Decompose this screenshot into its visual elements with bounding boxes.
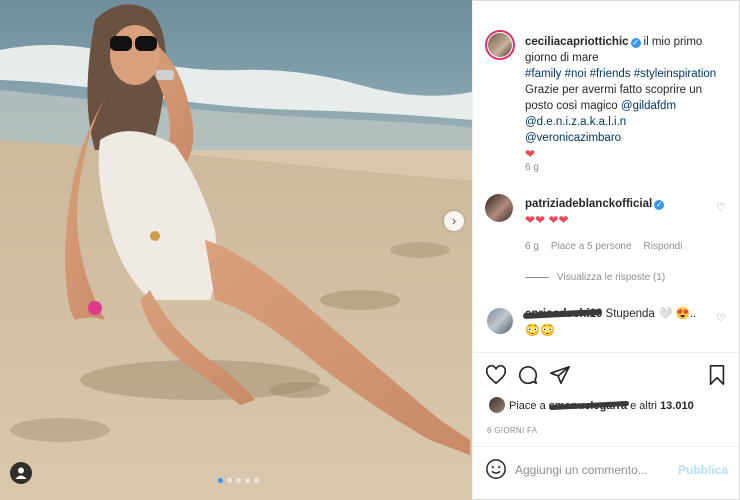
carousel-dot bbox=[218, 478, 223, 483]
hashtag-link[interactable]: #family bbox=[525, 68, 561, 80]
post-caption: ceciliacapriottichic ✓ il mio primo giorno… bbox=[525, 34, 721, 163]
comment-bubble-icon[interactable] bbox=[517, 364, 539, 386]
action-bar bbox=[485, 364, 729, 388]
like-comment-heart-icon[interactable]: ♡ bbox=[716, 201, 726, 214]
carousel-dot bbox=[245, 478, 250, 483]
divider bbox=[473, 446, 740, 447]
carousel-next-button[interactable]: › bbox=[444, 211, 464, 231]
red-heart-emoji: ❤ bbox=[525, 147, 536, 161]
beach-photo-illustration bbox=[0, 0, 472, 500]
carousel-dot bbox=[236, 478, 241, 483]
carousel-indicator bbox=[218, 478, 259, 483]
mention-link[interactable]: @d.e.n.i.z.a.k.a.l.i.n bbox=[525, 116, 626, 128]
post-side-panel: ceciliacapriottichic ✓ il mio primo giorno… bbox=[472, 0, 740, 500]
comment-text: Stupenda 🤍 😍.. bbox=[605, 308, 697, 320]
author-username[interactable]: ceciliacapriottichic bbox=[525, 36, 629, 48]
liked-by-prefix: Piace a bbox=[509, 400, 546, 412]
comment-likes[interactable]: Piace a 5 persone bbox=[551, 241, 632, 252]
liker-avatar[interactable] bbox=[489, 397, 505, 413]
commenter-avatar[interactable] bbox=[487, 308, 513, 334]
hashtag-link[interactable]: #noi bbox=[565, 68, 587, 80]
author-avatar[interactable] bbox=[485, 30, 515, 60]
comment-emoji-line: 😳😳 bbox=[525, 323, 555, 337]
view-replies-button[interactable]: Visualizza le risposte (1) bbox=[525, 272, 665, 283]
comment-time[interactable]: 6 g bbox=[525, 241, 539, 252]
divider bbox=[473, 352, 740, 353]
hashtag-link[interactable]: #styleinspiration bbox=[634, 68, 716, 80]
add-comment-input[interactable] bbox=[515, 463, 665, 477]
verified-badge-icon: ✓ bbox=[654, 200, 665, 210]
post-time-ago[interactable]: 6 GIORNI FA bbox=[487, 426, 537, 435]
like-comment-heart-icon[interactable]: ♡ bbox=[716, 312, 726, 325]
carousel-dot bbox=[254, 478, 259, 483]
view-replies-label: Visualizza le risposte (1) bbox=[557, 272, 666, 283]
carousel-dot bbox=[227, 478, 232, 483]
bookmark-icon[interactable] bbox=[707, 364, 727, 386]
liked-by-suffix: e altri bbox=[630, 400, 657, 412]
mention-link[interactable]: @veronicazimbaro bbox=[525, 132, 621, 144]
comment-username[interactable]: patriziadeblanckofficial bbox=[525, 198, 652, 210]
reply-button[interactable]: Rispondi bbox=[644, 241, 683, 252]
replies-divider bbox=[525, 277, 549, 278]
comment-meta: 6 g Piace a 5 persone Rispondi bbox=[525, 241, 682, 252]
post-photo[interactable]: › bbox=[0, 0, 472, 500]
tagged-users-button[interactable] bbox=[10, 462, 32, 484]
commenter-avatar[interactable] bbox=[485, 194, 513, 222]
publish-button[interactable]: Pubblica bbox=[678, 463, 728, 477]
mention-link[interactable]: @gildafdm bbox=[621, 100, 676, 112]
user-icon bbox=[15, 467, 27, 479]
hashtag-link[interactable]: #friends bbox=[590, 68, 631, 80]
paper-plane-icon[interactable] bbox=[549, 364, 571, 386]
likes-count[interactable]: 13.010 bbox=[660, 400, 694, 412]
caption-time[interactable]: 6 g bbox=[525, 162, 539, 173]
comment-text: ❤❤ ❤❤ bbox=[525, 213, 569, 227]
verified-badge-icon: ✓ bbox=[630, 38, 641, 48]
heart-outline-icon[interactable] bbox=[485, 364, 507, 386]
emoji-smiley-icon[interactable] bbox=[485, 458, 507, 480]
comment-item: patriziadeblanckofficial ✓ ❤❤ ❤❤ bbox=[525, 196, 705, 229]
